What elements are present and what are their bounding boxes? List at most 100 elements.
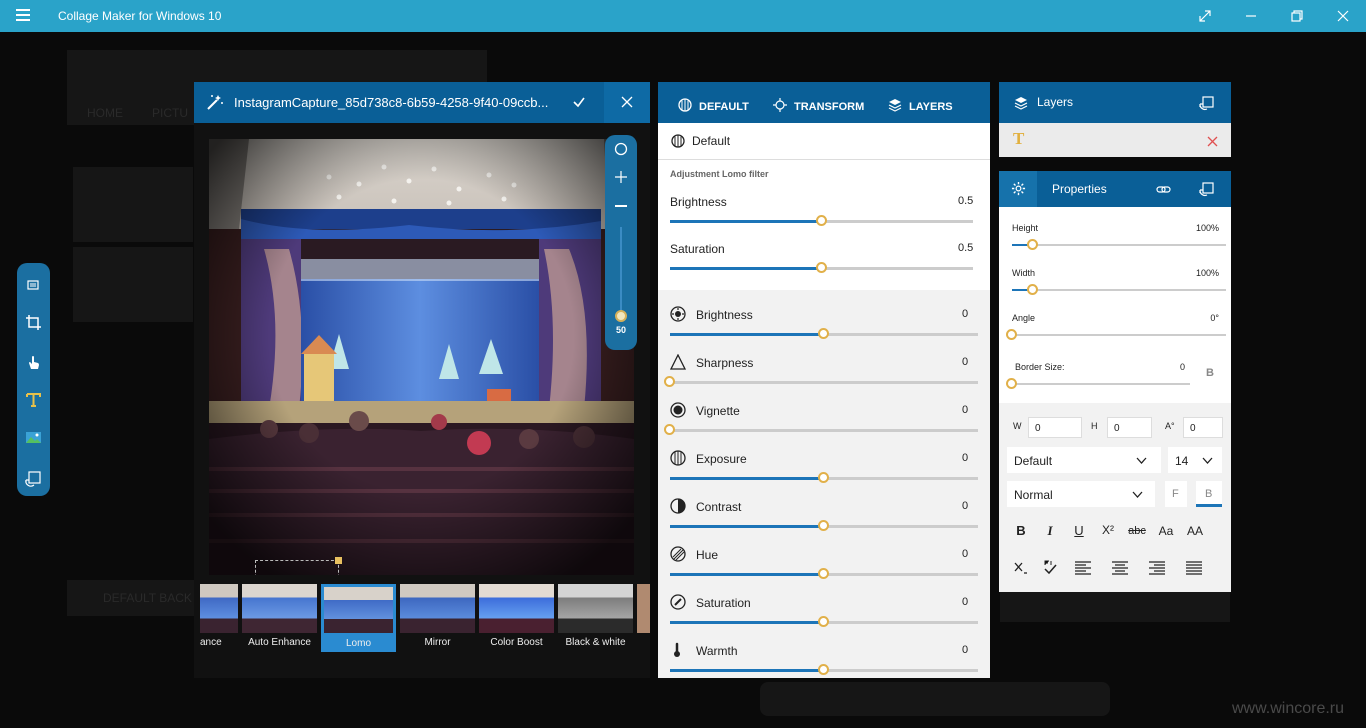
font-family-dropdown[interactable]: Default [1007, 447, 1161, 473]
adjustment-slider[interactable] [670, 429, 978, 432]
filter-thumb[interactable]: Color Boost [479, 584, 554, 652]
adjustment-label: Exposure [696, 452, 747, 466]
font-family-value: Default [1014, 454, 1053, 468]
text-layer-box[interactable]: Enter Your Text... [255, 560, 339, 575]
touch-icon[interactable] [25, 354, 42, 371]
filter-thumb[interactable] [637, 584, 650, 652]
subscript-icon[interactable] [1014, 561, 1028, 580]
adjustment-slider-knob[interactable] [818, 472, 829, 483]
align-center-icon[interactable] [1112, 561, 1128, 580]
spellcheck-icon[interactable] [1043, 559, 1057, 580]
preset-row[interactable]: Default [658, 123, 990, 160]
zoom-reset-icon[interactable] [605, 142, 637, 159]
background-color-button[interactable]: B [1196, 481, 1222, 507]
crop-icon[interactable] [25, 314, 42, 331]
zoom-in-icon[interactable] [605, 170, 637, 187]
editor-close-button[interactable] [604, 82, 650, 123]
zoom-slider-knob[interactable] [615, 310, 627, 322]
font-style-dropdown[interactable]: Normal [1007, 481, 1155, 507]
title-bar: Collage Maker for Windows 10 [0, 0, 1366, 32]
italic-button[interactable]: I [1040, 523, 1060, 539]
font-color-button[interactable]: F [1165, 481, 1187, 507]
bg-section-label: DEFAULT BACK [103, 591, 192, 605]
border-size-knob[interactable] [1006, 378, 1017, 389]
border-color-button[interactable]: B [1206, 367, 1214, 379]
adjustment-label: Saturation [696, 596, 751, 610]
bg-tile [73, 167, 193, 242]
adjustment-value: 0 [962, 404, 969, 416]
close-icon[interactable] [1320, 0, 1366, 32]
angle-knob[interactable] [1006, 329, 1017, 340]
uppercase-button[interactable]: AA [1185, 524, 1205, 538]
border-size-value: 0 [1179, 362, 1185, 372]
w-input[interactable]: 0 [1028, 417, 1082, 438]
chevron-down-icon [1136, 457, 1147, 464]
tab-layers[interactable]: LAYERS [888, 99, 953, 113]
angle-slider[interactable] [1012, 334, 1226, 336]
adjustment-slider[interactable] [670, 381, 978, 384]
bg-nav-home: HOME [87, 106, 123, 120]
bold-button[interactable]: B [1011, 523, 1031, 538]
confirm-icon[interactable] [572, 95, 586, 114]
exposure-icon [670, 450, 686, 466]
text-layer-icon: T [1013, 129, 1025, 148]
superscript-button[interactable]: X² [1098, 523, 1118, 537]
lomo-saturation-value: 0.5 [958, 242, 974, 254]
properties-reset-icon[interactable] [1199, 181, 1215, 202]
font-size-dropdown[interactable]: 14 [1168, 447, 1222, 473]
align-justify-icon[interactable] [1186, 561, 1202, 580]
adjustment-slider-knob[interactable] [818, 520, 829, 531]
settings-tab[interactable] [999, 171, 1037, 207]
filter-thumb[interactable]: Auto Enhance [242, 584, 317, 652]
angle-input[interactable]: 0 [1183, 417, 1223, 438]
sentence-case-button[interactable]: Aa [1156, 524, 1176, 538]
fullscreen-icon[interactable] [1182, 0, 1228, 32]
warmth-icon [670, 642, 686, 658]
restore-icon[interactable] [1274, 0, 1320, 32]
width-knob[interactable] [1027, 284, 1039, 295]
filter-thumb[interactable]: Mirror [400, 584, 475, 652]
text-icon[interactable] [25, 391, 42, 408]
filter-thumb-selected[interactable]: Lomo [321, 584, 396, 652]
align-left-icon[interactable] [1075, 561, 1091, 580]
adjustment-slider-knob[interactable] [664, 376, 675, 387]
adjustment-value: 0 [962, 596, 969, 608]
filter-thumb[interactable]: ance [200, 584, 238, 652]
zoom-out-icon[interactable] [605, 199, 637, 216]
delete-layer-icon[interactable] [1207, 134, 1218, 152]
adjustment-slider-knob[interactable] [664, 424, 675, 435]
tab-default[interactable]: DEFAULT [678, 98, 749, 113]
adjustment-slider-knob[interactable] [818, 664, 829, 675]
border-size-slider[interactable] [1012, 383, 1190, 385]
photo-canvas[interactable]: Enter Your Text... [209, 139, 634, 575]
angle-label: Angle [1012, 313, 1036, 323]
h-input[interactable]: 0 [1107, 417, 1152, 438]
adjustment-slider-knob[interactable] [818, 328, 829, 339]
lomo-saturation-knob[interactable] [815, 262, 827, 273]
adjustment-slider-knob[interactable] [818, 616, 829, 627]
strikethrough-button[interactable]: abc [1127, 525, 1147, 537]
reset-icon[interactable] [25, 470, 42, 487]
tab-transform[interactable]: TRANSFORM [773, 98, 864, 113]
chevron-down-icon [1202, 457, 1213, 464]
width-slider[interactable] [1012, 289, 1226, 291]
image-editor: InstagramCapture_85d738c8-6b59-4258-9f40… [194, 82, 650, 678]
underline-button[interactable]: U [1069, 523, 1089, 538]
text-resize-handle[interactable] [335, 557, 342, 564]
image-icon[interactable] [25, 429, 42, 446]
lomo-brightness-knob[interactable] [815, 215, 827, 226]
height-knob[interactable] [1027, 239, 1039, 250]
align-right-icon[interactable] [1149, 561, 1165, 580]
layers-list-icon[interactable] [25, 277, 42, 294]
link-icon[interactable] [1156, 182, 1171, 202]
preset-icon [671, 134, 685, 153]
hamburger-menu-icon[interactable] [16, 9, 30, 21]
layer-item[interactable]: T [999, 123, 1231, 157]
vignette-icon [670, 402, 686, 418]
minimize-icon[interactable] [1228, 0, 1274, 32]
layers-reset-icon[interactable] [1199, 95, 1215, 116]
filter-thumb[interactable]: Black & white [558, 584, 633, 652]
adjustment-slider-knob[interactable] [818, 568, 829, 579]
height-slider[interactable] [1012, 244, 1226, 246]
zoom-track[interactable] [620, 227, 622, 312]
